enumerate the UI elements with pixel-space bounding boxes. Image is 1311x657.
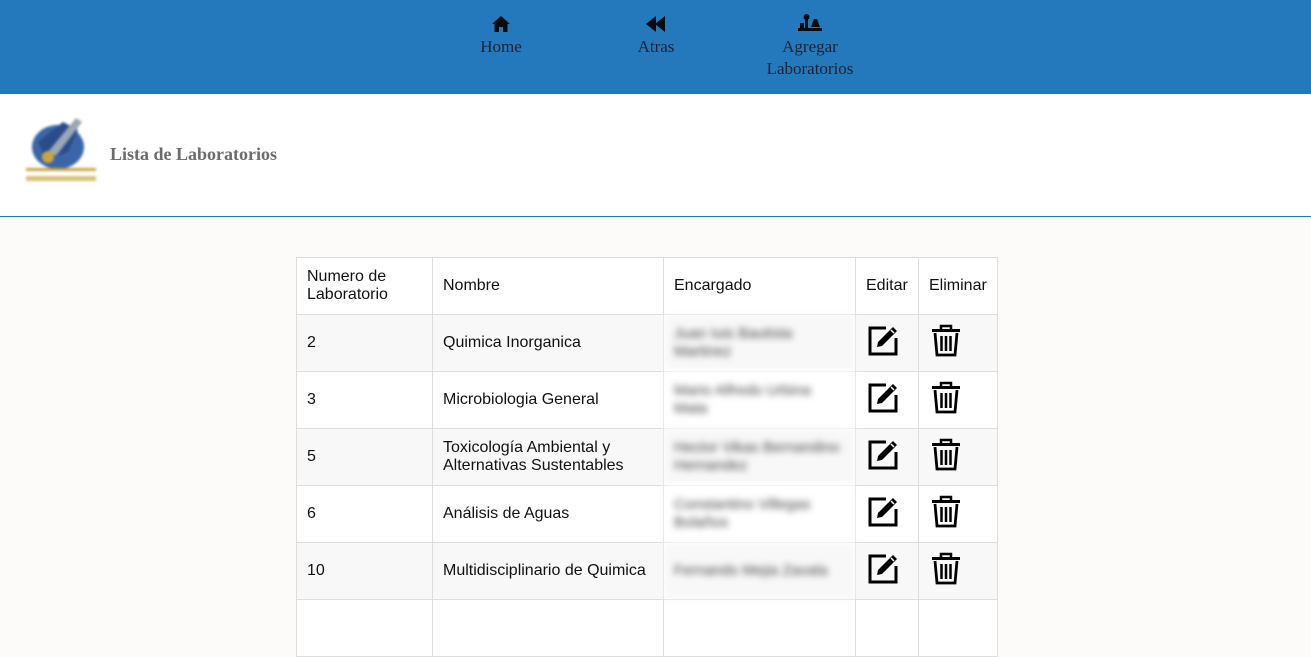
cell-editar [855, 542, 919, 600]
cell-eliminar [918, 599, 998, 657]
cell-editar [855, 485, 919, 543]
cell-numero: 2 [296, 314, 433, 372]
cell-eliminar [918, 314, 998, 372]
table-header-row: Numero de Laboratorio Nombre Encargado E… [296, 257, 998, 315]
table-row: 5 Toxicología Ambiental y Alternativas S… [296, 428, 998, 486]
cell-eliminar [918, 371, 998, 429]
page-header: Lista de Laboratorios [0, 94, 1311, 217]
cell-nombre: Toxicología Ambiental y Alternativas Sus… [432, 428, 664, 486]
top-navigation-bar: Home Atras Agregar Laboratorios [0, 0, 1311, 94]
header-nombre: Nombre [432, 257, 664, 315]
cell-numero [296, 599, 433, 657]
table-row: 6 Análisis de Aguas Constantino Villegas… [296, 485, 998, 543]
cell-eliminar [918, 485, 998, 543]
cell-nombre: Microbiologia General [432, 371, 664, 429]
cell-editar [855, 428, 919, 486]
cell-encargado [663, 599, 856, 657]
cell-nombre: Multidisciplinario de Quimica [432, 542, 664, 600]
cell-encargado: Fernando Mejia Zavala [663, 542, 856, 600]
cell-nombre: Quimica Inorganica [432, 314, 664, 372]
edit-icon[interactable] [866, 381, 900, 415]
cell-numero: 10 [296, 542, 433, 600]
cell-editar [855, 599, 919, 657]
nav-back-label: Atras [637, 37, 675, 56]
nav-add-laboratorios-link[interactable]: Agregar Laboratorios [750, 14, 870, 80]
cell-encargado: Constantino Villegas Bolaños [663, 485, 856, 543]
header-numero-line2: Laboratorio [307, 286, 388, 303]
nav-home-link[interactable]: Home [471, 14, 531, 58]
header-encargado: Encargado [663, 257, 856, 315]
edit-icon[interactable] [866, 495, 900, 529]
university-logo [18, 112, 104, 192]
cell-encargado: Mario Alfredo Urbina Mata [663, 371, 856, 429]
cell-numero: 6 [296, 485, 433, 543]
edit-icon[interactable] [866, 438, 900, 472]
home-icon [492, 16, 510, 32]
cell-encargado: Juan Iuis Bautista Martinez [663, 314, 856, 372]
cell-numero: 5 [296, 428, 433, 486]
edit-icon[interactable] [866, 324, 900, 358]
trash-icon[interactable] [929, 438, 963, 472]
lab-icon [798, 14, 822, 31]
nav-add-label-line1: Agregar [782, 37, 838, 56]
cell-nombre: Análisis de Aguas [432, 485, 664, 543]
table-row: 3 Microbiologia General Mario Alfredo Ur… [296, 371, 998, 429]
cell-nombre [432, 599, 664, 657]
header-eliminar: Eliminar [918, 257, 998, 315]
trash-icon[interactable] [929, 552, 963, 586]
cell-editar [855, 371, 919, 429]
cell-encargado: Hector Vikas Bernandino Hernandez [663, 428, 856, 486]
cell-eliminar [918, 428, 998, 486]
header-numero-line1: Numero de [307, 268, 387, 285]
nav-back-link[interactable]: Atras [626, 14, 686, 58]
cell-eliminar [918, 542, 998, 600]
cell-editar [855, 314, 919, 372]
page-title: Lista de Laboratorios [110, 144, 278, 164]
trash-icon[interactable] [929, 495, 963, 529]
cell-numero: 3 [296, 371, 433, 429]
trash-icon[interactable] [929, 381, 963, 415]
rewind-icon [646, 16, 665, 32]
laboratorios-table: Numero de Laboratorio Nombre Encargado E… [296, 257, 998, 657]
header-editar: Editar [855, 257, 919, 315]
table-row: 2 Quimica Inorganica Juan Iuis Bautista … [296, 314, 998, 372]
table-row [296, 599, 998, 657]
edit-icon[interactable] [866, 552, 900, 586]
nav-add-label-line2: Laboratorios [766, 59, 854, 78]
trash-icon[interactable] [929, 324, 963, 358]
table-row: 10 Multidisciplinario de Quimica Fernand… [296, 542, 998, 600]
header-numero: Numero de Laboratorio [296, 257, 433, 315]
nav-home-label: Home [480, 37, 522, 56]
